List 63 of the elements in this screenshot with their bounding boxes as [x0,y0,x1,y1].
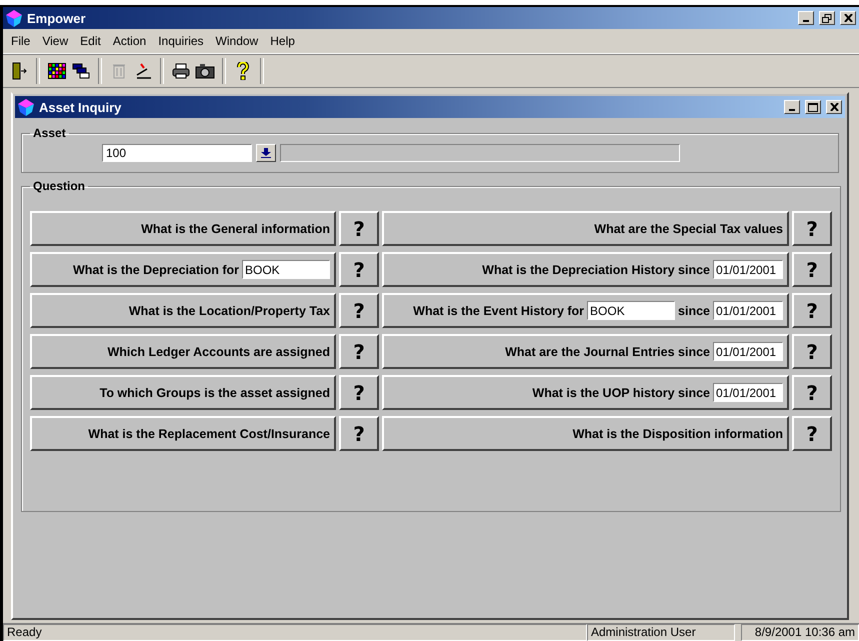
menu-item[interactable]: Action [106,34,152,48]
question-button[interactable]: What is the Depreciation History since 01/01/2001 [382,252,789,287]
question-button[interactable]: What is the Depreciation for BOOK [30,252,336,287]
window-title: Empower [27,10,87,26]
question-button[interactable]: What is the Location/Property Tax [30,293,336,328]
date-field[interactable]: 01/01/2001 [713,342,783,361]
group-label: Question [32,179,86,193]
help-button[interactable]: ? [792,416,832,451]
question-button[interactable]: What is the Event History for BOOK since 01/01/2001 [382,293,789,328]
date-field[interactable]: 01/01/2001 [713,383,783,402]
question-button[interactable]: To which Groups is the asset assigned [30,375,336,410]
status-user: Administration User [587,624,735,641]
menu-item[interactable]: Inquiries [152,34,210,48]
book-field[interactable]: BOOK [242,260,330,279]
child-window-title: Asset Inquiry [39,100,122,114]
asset-field[interactable]: 100 [102,144,252,162]
maximize-button[interactable] [805,100,821,114]
help-button[interactable]: ? [339,334,379,369]
help-button[interactable]: ? [339,252,379,287]
help-button[interactable]: ? [792,252,832,287]
restore-button[interactable] [819,11,835,25]
help-button[interactable]: ? [339,416,379,451]
help-button[interactable]: ? [792,293,832,328]
restore-icon [822,14,832,22]
status-datetime: 8/9/2001 10:36 am [741,624,859,641]
close-button[interactable] [840,11,856,25]
app-icon [18,98,34,116]
group-label: Asset [32,126,67,140]
color-grid-icon[interactable] [47,61,67,81]
date-field[interactable]: 01/01/2001 [713,260,783,279]
app-icon [6,10,22,26]
question-button[interactable]: What is the Disposition information [382,416,789,451]
lookup-button[interactable] [256,144,276,162]
menu-item[interactable]: View [36,34,74,48]
menu-item[interactable]: Window [210,34,264,48]
menu-item[interactable]: Edit [74,34,107,48]
question-button[interactable]: What is the General information [30,211,336,246]
maximize-icon [808,102,818,112]
book-field[interactable]: BOOK [587,301,676,320]
help-button[interactable]: ? [792,211,832,246]
help-button[interactable]: ? [339,211,379,246]
menu-item[interactable]: File [5,34,36,48]
help-button[interactable]: ? [792,334,832,369]
camera-icon[interactable] [195,61,215,81]
help-button[interactable]: ? [339,293,379,328]
question-button[interactable]: What is the UOP history since 01/01/2001 [382,375,789,410]
down-arrow-icon [261,148,271,158]
minimize-button[interactable] [784,100,800,114]
menu-item[interactable]: Help [264,34,301,48]
question-button[interactable]: Which Ledger Accounts are assigned [30,334,336,369]
date-field[interactable]: 01/01/2001 [713,301,783,320]
minimize-button[interactable] [798,11,814,25]
printer-icon[interactable] [171,61,191,81]
question-button[interactable]: What are the Special Tax values [382,211,789,246]
close-icon [830,103,838,111]
cascade-windows-icon[interactable] [71,61,91,81]
question-button[interactable]: What is the Replacement Cost/Insurance [30,416,336,451]
question-button[interactable]: What are the Journal Entries since 01/01/2001 [382,334,789,369]
help-button[interactable]: ? [792,375,832,410]
status-message: Ready [3,624,587,641]
close-button[interactable] [826,100,842,114]
help-button[interactable]: ? [339,375,379,410]
close-icon [844,14,852,22]
